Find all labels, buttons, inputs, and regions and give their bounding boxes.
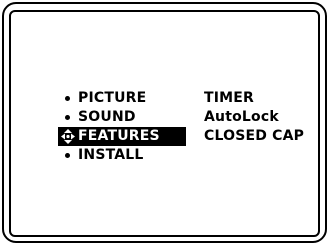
- submenu-item-timer[interactable]: TIMER: [204, 89, 314, 108]
- menu-item-label: SOUND: [78, 109, 136, 125]
- submenu-item-autolock[interactable]: AutoLock: [204, 108, 314, 127]
- menu-item-picture[interactable]: PICTURE: [58, 89, 186, 108]
- menu-item-features[interactable]: FEATURES: [58, 127, 186, 146]
- submenu-item-closed-cap[interactable]: CLOSED CAP: [204, 127, 314, 146]
- bullet-dot-icon: [65, 153, 70, 158]
- main-menu: PICTURE SOUND FEATURES INSTALL: [58, 89, 188, 165]
- menu-item-install[interactable]: INSTALL: [58, 146, 186, 165]
- menu-item-label: INSTALL: [78, 147, 144, 163]
- menu-item-label: FEATURES: [78, 128, 160, 144]
- menu-item-sound[interactable]: SOUND: [58, 108, 186, 127]
- bullet-dot-icon: [65, 96, 70, 101]
- four-way-navigation-arrows-icon: [61, 129, 75, 144]
- features-submenu: TIMER AutoLock CLOSED CAP: [204, 89, 314, 146]
- bullet-dot-icon: [65, 115, 70, 120]
- menu-item-label: PICTURE: [78, 90, 147, 106]
